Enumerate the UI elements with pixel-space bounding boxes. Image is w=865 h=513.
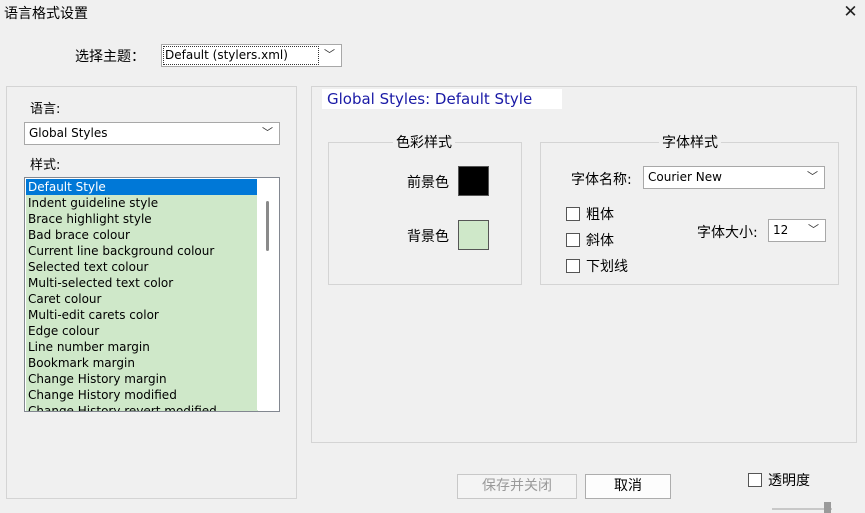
theme-select-value: Default (stylers.xml)	[163, 46, 319, 65]
italic-checkbox[interactable]	[566, 233, 580, 247]
background-color-swatch[interactable]	[458, 220, 489, 250]
foreground-label: 前景色	[407, 175, 449, 191]
style-list-scrollbar[interactable]	[257, 179, 278, 410]
bold-label: 粗体	[586, 207, 614, 223]
font-size-value: 12	[773, 223, 789, 237]
style-list-item[interactable]: Indent guideline style	[26, 195, 258, 211]
foreground-color-swatch[interactable]	[458, 166, 489, 196]
style-list-item[interactable]: Current line background colour	[26, 243, 258, 259]
language-label: 语言:	[30, 102, 61, 117]
style-list-item[interactable]: Selected text colour	[26, 259, 258, 275]
style-list[interactable]: Default Style Indent guideline style Brace…	[24, 177, 280, 412]
style-list-item[interactable]: Brace highlight style	[26, 211, 258, 227]
style-list-item[interactable]: Change History modified	[26, 387, 258, 403]
font-size-label: 字体大小:	[697, 225, 758, 241]
language-select[interactable]: Global Styles ﹀	[24, 122, 280, 145]
chevron-down-icon: ﹀	[807, 170, 818, 183]
underline-checkbox[interactable]	[566, 259, 580, 273]
color-style-group	[328, 142, 522, 285]
chevron-down-icon: ﹀	[808, 223, 819, 236]
style-list-item[interactable]: Multi-selected text color	[26, 275, 258, 291]
font-name-value: Courier New	[648, 170, 722, 184]
language-select-value: Global Styles	[29, 126, 108, 140]
italic-label: 斜体	[586, 233, 614, 249]
close-button[interactable]: ✕	[836, 0, 865, 24]
underline-label: 下划线	[586, 259, 628, 275]
cancel-button[interactable]: 取消	[585, 474, 671, 499]
window-title: 语言格式设置	[4, 6, 88, 22]
style-list-item[interactable]: Change History revert modified	[26, 403, 258, 411]
bold-checkbox[interactable]	[566, 207, 580, 221]
style-panel-title: Global Styles: Default Style	[322, 89, 562, 109]
chevron-down-icon: ﹀	[262, 126, 273, 139]
chevron-down-icon: ﹀	[324, 48, 335, 61]
theme-label: 选择主题：	[75, 49, 145, 65]
style-label: 样式:	[30, 158, 61, 173]
background-label: 背景色	[407, 229, 449, 245]
style-list-items: Default Style Indent guideline style Brace…	[26, 179, 258, 411]
close-icon: ✕	[843, 2, 858, 22]
style-list-item[interactable]: Edge colour	[26, 323, 258, 339]
style-list-item[interactable]: Change History margin	[26, 371, 258, 387]
style-list-item[interactable]: Bookmark margin	[26, 355, 258, 371]
font-name-label: 字体名称:	[571, 172, 632, 188]
style-list-item[interactable]: Line number margin	[26, 339, 258, 355]
theme-select[interactable]: Default (stylers.xml) ﹀	[161, 44, 342, 67]
font-style-group	[540, 142, 839, 285]
title-bar	[0, 0, 865, 28]
style-list-item[interactable]: Caret colour	[26, 291, 258, 307]
save-and-close-button[interactable]: 保存并关闭	[457, 474, 577, 499]
style-list-item[interactable]: Multi-edit carets color	[26, 307, 258, 323]
font-size-select[interactable]: 12 ﹀	[768, 219, 826, 242]
transparency-slider[interactable]	[772, 508, 832, 510]
transparency-slider-thumb[interactable]	[824, 502, 831, 513]
style-list-item[interactable]: Bad brace colour	[26, 227, 258, 243]
transparency-checkbox[interactable]	[748, 473, 762, 487]
transparency-label: 透明度	[768, 473, 810, 489]
style-list-item[interactable]: Default Style	[26, 179, 258, 195]
scrollbar-thumb[interactable]	[266, 201, 269, 251]
font-style-title: 字体样式	[659, 132, 721, 152]
font-name-select[interactable]: Courier New ﹀	[643, 166, 825, 189]
color-style-title: 色彩样式	[393, 132, 455, 152]
